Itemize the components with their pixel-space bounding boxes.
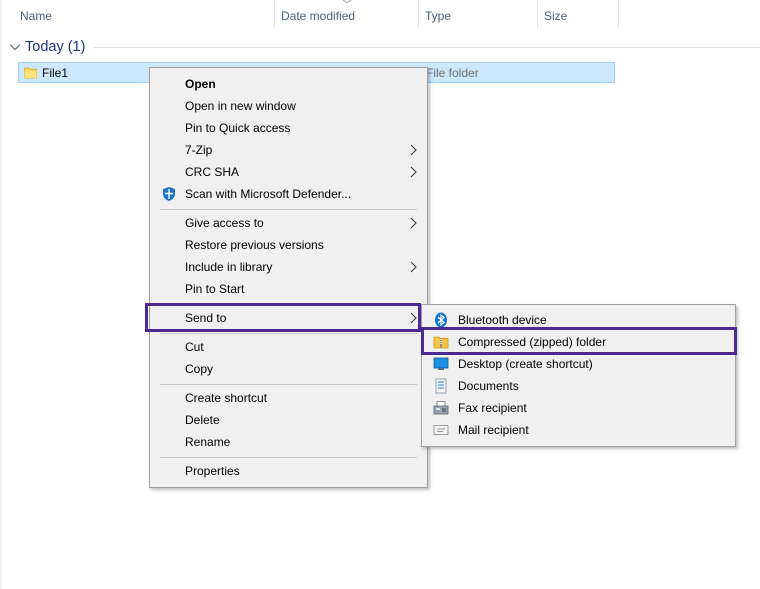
fax-icon [433, 401, 449, 415]
desktop-icon [433, 357, 449, 370]
menu-item-label: Restore previous versions [185, 238, 324, 252]
menu-item-create-shortcut[interactable]: Create shortcut [152, 387, 425, 409]
menu-item-label: Give access to [185, 216, 264, 230]
menu-item-label: Rename [185, 435, 231, 449]
defender-shield-icon [163, 187, 175, 201]
menu-item-pin-start[interactable]: Pin to Start [152, 278, 425, 300]
menu-item-7zip[interactable]: 7-Zip [152, 139, 425, 161]
submenu-item-desktop[interactable]: Desktop (create shortcut) [424, 353, 733, 375]
column-separator[interactable] [618, 0, 619, 28]
menu-item-rename[interactable]: Rename [152, 431, 425, 453]
group-divider [94, 47, 760, 48]
documents-icon [435, 378, 447, 394]
submenu-item-label: Bluetooth device [458, 313, 547, 327]
file-name: File1 [42, 66, 69, 80]
menu-item-label: Include in library [185, 260, 273, 274]
menu-item-label: 7-Zip [185, 143, 213, 157]
chevron-right-icon [410, 261, 417, 273]
menu-item-label: Cut [185, 340, 204, 354]
menu-item-label: Open in new window [185, 99, 296, 113]
highlight-send-to [145, 303, 421, 332]
menu-separator [160, 333, 417, 334]
menu-item-crc-sha[interactable]: CRC SHA [152, 161, 425, 183]
chevron-right-icon [410, 144, 417, 156]
submenu-item-label: Fax recipient [458, 401, 527, 415]
mail-icon [433, 425, 449, 435]
menu-item-copy[interactable]: Copy [152, 358, 425, 380]
menu-item-label: Create shortcut [185, 391, 268, 405]
chevron-right-icon [410, 166, 417, 178]
chevron-right-icon [410, 217, 417, 229]
menu-item-cut[interactable]: Cut [152, 336, 425, 358]
menu-separator [160, 209, 417, 210]
menu-item-label: Scan with Microsoft Defender... [185, 187, 352, 201]
group-header-label: Today (1) [25, 39, 86, 55]
column-header-type[interactable]: Type [419, 0, 537, 30]
context-menu: Open Open in new window Pin to Quick acc… [149, 67, 428, 488]
column-header-name[interactable]: Name [14, 0, 274, 30]
window-left-edge [0, 0, 2, 589]
column-header-date-modified[interactable]: Date modified [275, 0, 418, 30]
menu-item-delete[interactable]: Delete [152, 409, 425, 431]
menu-separator [160, 457, 417, 458]
folder-icon [24, 67, 37, 79]
chevron-down-icon [9, 44, 21, 51]
submenu-item-label: Documents [458, 379, 519, 393]
menu-item-label: Pin to Quick access [185, 121, 291, 135]
group-header-today[interactable]: Today (1) [9, 37, 85, 57]
menu-item-label: Copy [185, 362, 214, 376]
menu-item-label: Open [185, 77, 216, 91]
file-type: File folder [426, 66, 479, 80]
menu-item-open-new-window[interactable]: Open in new window [152, 95, 425, 117]
menu-item-label: CRC SHA [185, 165, 240, 179]
menu-item-label: Delete [185, 413, 220, 427]
menu-item-include-library[interactable]: Include in library [152, 256, 425, 278]
submenu-item-documents[interactable]: Documents [424, 375, 733, 397]
menu-item-scan-defender[interactable]: Scan with Microsoft Defender... [152, 183, 425, 205]
submenu-item-fax[interactable]: Fax recipient [424, 397, 733, 419]
menu-item-pin-quick-access[interactable]: Pin to Quick access [152, 117, 425, 139]
menu-separator [160, 384, 417, 385]
menu-item-open[interactable]: Open [152, 73, 425, 95]
submenu-item-label: Desktop (create shortcut) [458, 357, 593, 371]
send-to-submenu: Bluetooth device Compressed (zipped) fol… [421, 304, 736, 447]
menu-item-label: Properties [185, 464, 240, 478]
bluetooth-icon [435, 312, 447, 328]
menu-item-give-access[interactable]: Give access to [152, 212, 425, 234]
highlight-compressed-folder [421, 327, 737, 355]
menu-item-restore-previous[interactable]: Restore previous versions [152, 234, 425, 256]
menu-item-properties[interactable]: Properties [152, 460, 425, 482]
column-header-size[interactable]: Size [538, 0, 618, 30]
submenu-item-mail[interactable]: Mail recipient [424, 419, 733, 441]
submenu-item-label: Mail recipient [458, 423, 529, 437]
menu-item-label: Pin to Start [185, 282, 245, 296]
